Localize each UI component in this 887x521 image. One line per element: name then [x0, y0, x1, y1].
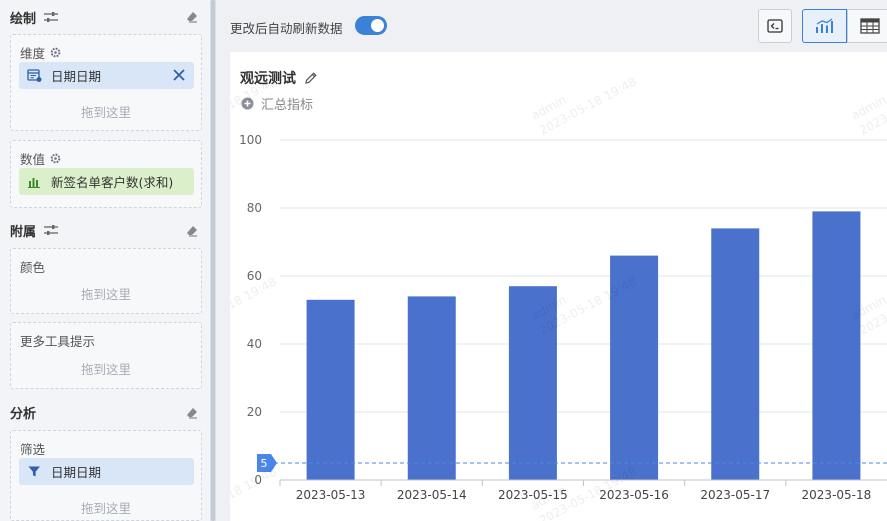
date-field-icon: [27, 69, 42, 82]
bar-chart: 0 20 40 60 80 100 2023-05-13 2023-05-14 2023-05-…: [239, 133, 887, 502]
filter-field-pill[interactable]: 日期日期: [19, 458, 194, 485]
plus-circle-icon: [241, 97, 254, 110]
section-analysis-header: 分析: [10, 402, 36, 422]
bar[interactable]: [306, 299, 355, 480]
eraser-icon[interactable]: [186, 225, 198, 237]
code-view-button[interactable]: [758, 9, 792, 43]
panel-splitter[interactable]: [210, 0, 216, 521]
edit-icon[interactable]: [304, 71, 318, 85]
code-icon: [767, 19, 783, 33]
chart-card: 0 20 40 60 80 100 2023-05-13 2023-05-14 2023-05-…: [230, 52, 887, 521]
filter-field-label: 日期日期: [51, 465, 102, 480]
chart-title: 观远测试: [240, 68, 318, 88]
tooltip-drop-hint[interactable]: 拖到这里: [11, 359, 201, 378]
gear-icon[interactable]: [50, 47, 61, 58]
dimension-label: 维度: [20, 46, 46, 61]
measure-label: 数值: [20, 152, 46, 167]
bar-chart-icon: [28, 178, 40, 188]
filter-box-title: 筛选: [20, 439, 45, 458]
color-box-title: 颜色: [20, 257, 45, 276]
color-label: 颜色: [20, 260, 46, 275]
measure-box-title: 数值: [20, 149, 61, 168]
measure-field-pill[interactable]: 新签名单客户数(求和): [19, 168, 194, 195]
eraser-icon[interactable]: [186, 407, 198, 419]
y-tick-label: 60: [247, 269, 262, 283]
y-tick-label: 0: [254, 473, 262, 487]
x-tick-label: 2023-05-17: [700, 488, 770, 502]
bar[interactable]: [711, 228, 760, 480]
tune-icon[interactable]: [44, 11, 59, 23]
y-tick-label: 100: [239, 133, 262, 147]
eraser-icon[interactable]: [186, 11, 198, 23]
dimension-box-title: 维度: [20, 43, 61, 62]
bar[interactable]: [812, 211, 861, 480]
measure-box: 数值 新签名单客户数(求和): [10, 140, 202, 208]
chart-toolbar: 更改后自动刷新数据: [218, 0, 887, 50]
tune-icon[interactable]: [44, 224, 59, 236]
filter-icon: [28, 466, 40, 477]
field-panel: 绘制 维度 日期日期 拖到这里 数值 新签名单客户数(求和) 附属 颜色 拖到这…: [0, 0, 210, 521]
section-draw-header: 绘制: [10, 7, 59, 27]
tooltip-label: 更多工具提示: [20, 334, 96, 349]
section-attach-title: 附属: [10, 224, 37, 240]
y-tick-label: 20: [247, 405, 262, 419]
x-tick-label: 2023-05-13: [296, 488, 366, 502]
y-tick-label: 40: [247, 337, 262, 351]
close-icon[interactable]: [172, 68, 186, 82]
chart-icon: [815, 18, 833, 33]
auto-refresh-label: 更改后自动刷新数据: [230, 21, 343, 36]
filter-drop-hint[interactable]: 拖到这里: [11, 498, 201, 517]
y-tick-label: 80: [247, 201, 262, 215]
bar[interactable]: [407, 296, 456, 480]
summary-metric-button[interactable]: 汇总指标: [241, 94, 313, 113]
table-view-button[interactable]: [847, 9, 887, 43]
measure-field-label: 新签名单客户数(求和): [51, 175, 174, 190]
table-icon: [859, 18, 880, 34]
section-draw-title: 绘制: [10, 11, 37, 27]
gear-icon[interactable]: [50, 153, 61, 164]
tooltip-box-title: 更多工具提示: [20, 331, 95, 350]
color-box: 颜色 拖到这里: [10, 248, 202, 314]
x-tick-label: 2023-05-16: [599, 488, 669, 502]
color-drop-hint[interactable]: 拖到这里: [11, 284, 201, 303]
filter-box: 筛选 日期日期 拖到这里: [10, 430, 202, 521]
summary-metric-label: 汇总指标: [261, 98, 314, 113]
dimension-box: 维度 日期日期 拖到这里: [10, 34, 202, 131]
x-tick-label: 2023-05-18: [802, 488, 872, 502]
chart-view-button[interactable]: [802, 9, 847, 43]
bar[interactable]: [508, 286, 557, 480]
section-analysis-title: 分析: [10, 406, 37, 422]
dimension-field-label: 日期日期: [51, 69, 102, 84]
section-attach-header: 附属: [10, 220, 59, 240]
auto-refresh-toggle[interactable]: [355, 16, 387, 35]
x-tick-label: 2023-05-14: [397, 488, 467, 502]
chart-title-text: 观远测试: [240, 71, 296, 87]
tooltip-box: 更多工具提示 拖到这里: [10, 322, 202, 389]
reference-line-label: 5: [261, 457, 268, 470]
dimension-field-pill[interactable]: 日期日期: [19, 62, 194, 89]
bar[interactable]: [610, 255, 659, 480]
filter-label: 筛选: [20, 442, 46, 457]
x-tick-label: 2023-05-15: [498, 488, 568, 502]
dimension-drop-hint[interactable]: 拖到这里: [11, 102, 201, 121]
